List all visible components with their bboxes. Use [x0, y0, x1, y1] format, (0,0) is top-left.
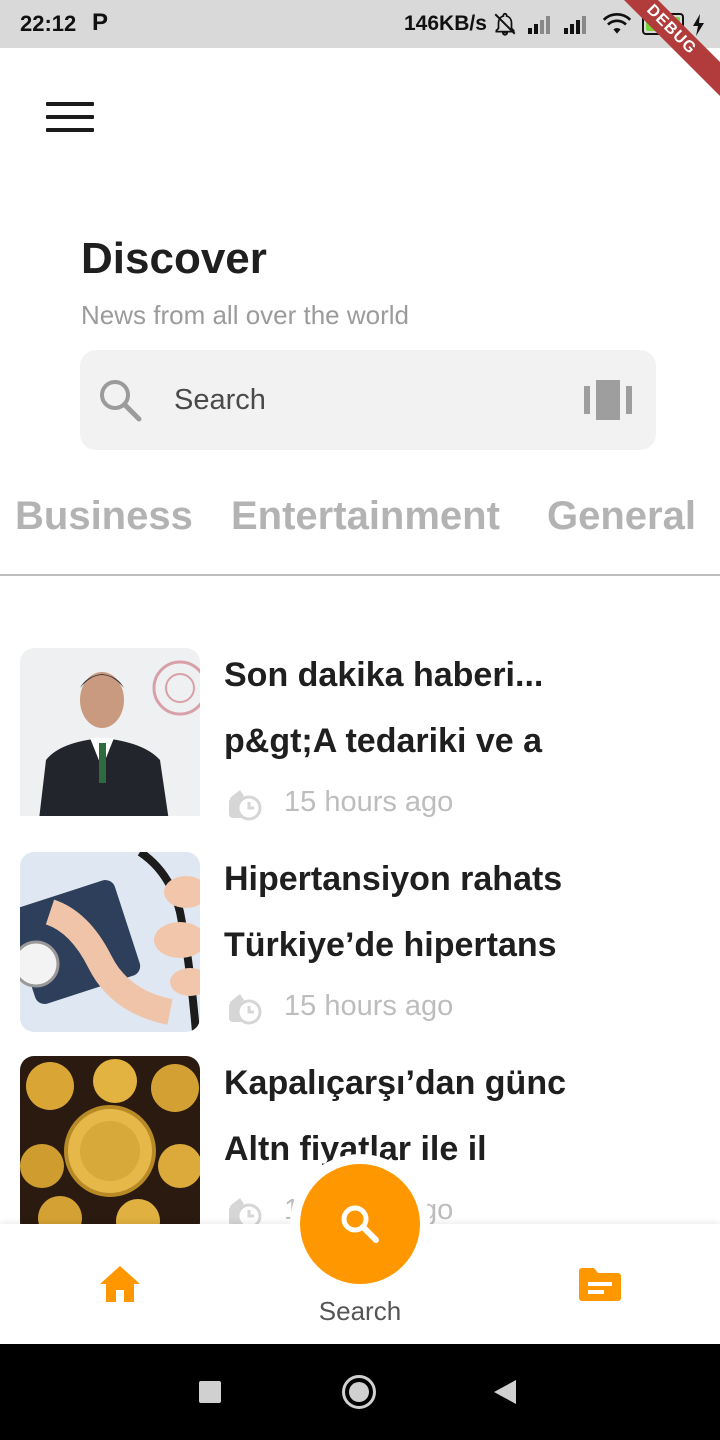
network-speed: 146KB/s [404, 12, 487, 35]
page-subtitle: News from all over the world [81, 300, 409, 330]
page-title: Discover [81, 234, 267, 283]
view-carousel-icon[interactable] [584, 380, 632, 420]
app-indicator-icon: P [92, 9, 109, 36]
clock-icon [229, 790, 262, 821]
news-thumbnail-podium-image [20, 648, 200, 828]
status-time: 22:12 [20, 11, 77, 36]
search-fab-button[interactable] [300, 1164, 420, 1284]
back-button[interactable] [494, 1380, 516, 1404]
signal-icon [528, 16, 550, 34]
news-title: Hipertansiyon rahats [224, 860, 563, 898]
menu-line [46, 115, 94, 119]
tab-general[interactable]: General [547, 494, 696, 539]
news-thumbnail-gold-coins-image [20, 1056, 200, 1224]
search-input[interactable] [174, 380, 554, 420]
news-item[interactable]: Hipertansiyon rahats Türkiye’de hipertan… [20, 852, 700, 1032]
news-thumbnail-blood-pressure-image [20, 852, 200, 1032]
wifi-icon [602, 13, 632, 34]
news-title: p&gt;A tedariki ve a [224, 722, 543, 760]
nav-search-label: Search [318, 1296, 402, 1326]
menu-line [46, 128, 94, 132]
news-time: 15 hours ago [284, 990, 454, 1022]
news-title: Kapalıçarşı’dan günc [224, 1064, 566, 1102]
news-item[interactable]: Son dakika haberi... p&gt;A tedariki ve … [20, 648, 700, 828]
clock-icon [229, 994, 262, 1025]
hamburger-menu-icon[interactable] [46, 102, 94, 138]
news-title: Türkiye’de hipertans [224, 926, 557, 964]
search-icon [100, 380, 142, 422]
status-bar: 22:12 P 146KB/s 92 DEBUG [0, 0, 720, 99]
charging-icon [693, 14, 704, 36]
home-button[interactable] [342, 1375, 376, 1409]
notifications-off-icon [494, 12, 516, 36]
news-title: Son dakika haberi... [224, 656, 544, 694]
menu-line [46, 102, 94, 106]
status-icons [490, 10, 632, 38]
tabs-divider [0, 574, 720, 576]
news-time: 15 hours ago [284, 786, 454, 818]
search-icon [341, 1205, 379, 1243]
tab-business[interactable]: Business [15, 494, 193, 539]
tab-entertainment[interactable]: Entertainment [231, 494, 500, 539]
signal-icon [564, 16, 586, 34]
news-list: Son dakika haberi... p&gt;A tedariki ve … [0, 648, 720, 1224]
clock-icon [229, 1198, 262, 1224]
recents-button[interactable] [199, 1381, 221, 1403]
category-tabs: Business Entertainment General [0, 494, 720, 550]
